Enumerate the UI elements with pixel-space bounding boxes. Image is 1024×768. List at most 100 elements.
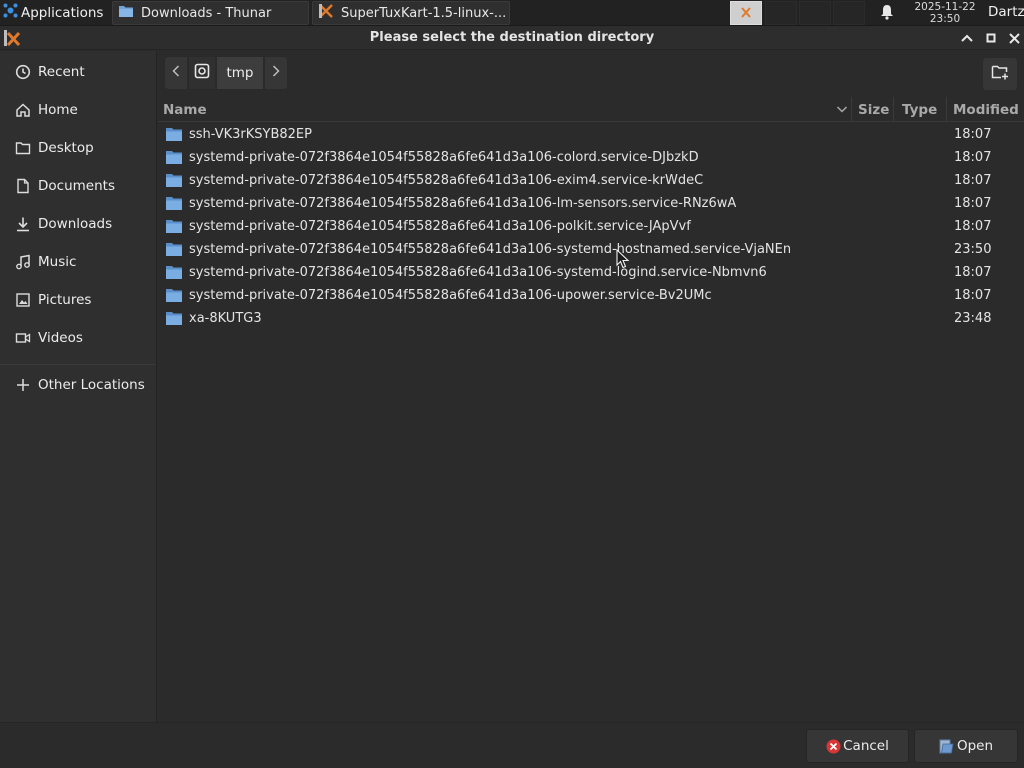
sidebar-item-label: Pictures bbox=[38, 292, 92, 308]
column-header-type[interactable]: Type bbox=[893, 97, 946, 122]
column-header-label: Name bbox=[163, 101, 207, 118]
sidebar-item-documents[interactable]: Documents bbox=[0, 171, 156, 201]
taskbar-task-thunar[interactable]: Downloads - Thunar bbox=[112, 1, 309, 25]
sidebar-item-videos[interactable]: Videos bbox=[0, 323, 156, 353]
row-modified: 18:07 bbox=[954, 219, 992, 234]
applications-menu-label: Applications bbox=[21, 4, 104, 21]
workspace-4[interactable] bbox=[833, 1, 865, 25]
table-row[interactable]: systemd-private-072f3864e1054f55828a6fe6… bbox=[158, 146, 1024, 169]
document-icon bbox=[14, 177, 32, 195]
sidebar-item-pictures[interactable]: Pictures bbox=[0, 285, 156, 315]
sidebar-item-label: Other Locations bbox=[38, 377, 145, 393]
sidebar-item-label: Home bbox=[38, 102, 78, 118]
row-name: systemd-private-072f3864e1054f55828a6fe6… bbox=[189, 173, 704, 188]
dialog-titlebar: Please select the destination directory bbox=[0, 26, 1024, 50]
applications-menu-icon bbox=[3, 3, 18, 22]
row-modified: 18:07 bbox=[954, 265, 992, 280]
sidebar-item-label: Desktop bbox=[38, 140, 94, 156]
table-row[interactable]: ssh-VK3rKSYB82EP 18:07 bbox=[158, 123, 1024, 146]
cancel-button-label: Cancel bbox=[843, 738, 889, 754]
file-list: ssh-VK3rKSYB82EP 18:07 systemd-private-0… bbox=[158, 123, 1024, 330]
row-name: systemd-private-072f3864e1054f55828a6fe6… bbox=[189, 265, 767, 280]
dialog-title: Please select the destination directory bbox=[369, 30, 655, 45]
table-row[interactable]: systemd-private-072f3864e1054f55828a6fe6… bbox=[158, 192, 1024, 215]
minimize-chevron-up-icon[interactable] bbox=[959, 30, 975, 46]
row-name: systemd-private-072f3864e1054f55828a6fe6… bbox=[189, 288, 712, 303]
drive-icon bbox=[194, 63, 210, 83]
workspace-1[interactable] bbox=[730, 1, 762, 25]
taskbar-task-label: Downloads - Thunar bbox=[141, 5, 272, 21]
path-forward-button[interactable] bbox=[264, 56, 288, 90]
taskbar-task-installer[interactable]: SuperTuxKart-1.5-linux-... bbox=[312, 1, 510, 25]
folder-icon bbox=[119, 5, 133, 21]
mouse-cursor-icon bbox=[616, 248, 630, 273]
chevron-right-icon bbox=[272, 65, 280, 81]
table-row[interactable]: systemd-private-072f3864e1054f55828a6fe6… bbox=[158, 238, 1024, 261]
sidebar-item-label: Downloads bbox=[38, 216, 113, 232]
column-header-label: Size bbox=[858, 101, 890, 118]
sidebar-item-label: Music bbox=[38, 254, 77, 270]
row-modified: 18:07 bbox=[954, 150, 992, 165]
row-name: systemd-private-072f3864e1054f55828a6fe6… bbox=[189, 219, 691, 234]
sidebar-item-music[interactable]: Music bbox=[0, 247, 156, 277]
row-modified: 18:07 bbox=[954, 127, 992, 142]
sidebar-item-desktop[interactable]: Desktop bbox=[0, 133, 156, 163]
folder-icon bbox=[166, 127, 182, 145]
column-header-modified[interactable]: Modified bbox=[946, 97, 1024, 122]
column-header-name[interactable]: Name bbox=[163, 97, 851, 122]
clock[interactable]: 2025-11-22 23:50 bbox=[910, 1, 980, 25]
plus-icon bbox=[14, 376, 32, 394]
table-row[interactable]: systemd-private-072f3864e1054f55828a6fe6… bbox=[158, 284, 1024, 307]
column-header-label: Type bbox=[902, 101, 938, 118]
folder-icon bbox=[166, 173, 182, 191]
workspace-3[interactable] bbox=[799, 1, 831, 25]
row-name: systemd-private-072f3864e1054f55828a6fe6… bbox=[189, 196, 737, 211]
sidebar-item-label: Recent bbox=[38, 64, 85, 80]
folder-icon bbox=[166, 311, 182, 329]
sidebar-item-label: Documents bbox=[38, 178, 115, 194]
user-menu[interactable]: Dartz bbox=[988, 4, 1024, 20]
cancel-button[interactable]: Cancel bbox=[806, 729, 909, 763]
sidebar-item-downloads[interactable]: Downloads bbox=[0, 209, 156, 239]
column-header-size[interactable]: Size bbox=[851, 97, 892, 122]
path-bar: tmp bbox=[164, 56, 288, 90]
close-icon[interactable] bbox=[1006, 30, 1022, 46]
chevron-left-icon bbox=[172, 65, 180, 81]
table-row[interactable]: systemd-private-072f3864e1054f55828a6fe6… bbox=[158, 169, 1024, 192]
row-name: systemd-private-072f3864e1054f55828a6fe6… bbox=[189, 150, 699, 165]
path-root-button[interactable] bbox=[188, 56, 216, 90]
new-folder-icon bbox=[991, 64, 1009, 84]
row-modified: 18:07 bbox=[954, 288, 992, 303]
sidebar-item-label: Videos bbox=[38, 330, 83, 346]
row-name: systemd-private-072f3864e1054f55828a6fe6… bbox=[189, 242, 792, 257]
table-row[interactable]: xa-8KUTG3 23:48 bbox=[158, 307, 1024, 330]
folder-icon bbox=[166, 150, 182, 168]
picture-icon bbox=[14, 291, 32, 309]
notification-bell-icon[interactable] bbox=[880, 4, 894, 24]
sidebar-item-other-locations[interactable]: Other Locations bbox=[0, 370, 156, 400]
open-document-icon bbox=[939, 739, 955, 754]
path-segment-tmp[interactable]: tmp bbox=[216, 56, 264, 90]
table-row[interactable]: systemd-private-072f3864e1054f55828a6fe6… bbox=[158, 261, 1024, 284]
table-row[interactable]: systemd-private-072f3864e1054f55828a6fe6… bbox=[158, 215, 1024, 238]
row-modified: 23:48 bbox=[954, 311, 992, 326]
row-name: xa-8KUTG3 bbox=[189, 311, 262, 326]
sidebar-item-home[interactable]: Home bbox=[0, 95, 156, 125]
new-folder-button[interactable] bbox=[982, 57, 1018, 91]
download-icon bbox=[14, 215, 32, 233]
sort-chevron-down-icon bbox=[836, 102, 848, 120]
folder-icon bbox=[166, 242, 182, 260]
open-button-label: Open bbox=[956, 738, 994, 754]
folder-icon bbox=[14, 139, 32, 157]
applications-menu-button[interactable]: Applications bbox=[0, 0, 111, 26]
row-modified: 18:07 bbox=[954, 196, 992, 211]
column-header-label: Modified bbox=[953, 101, 1019, 118]
clock-icon bbox=[14, 63, 32, 81]
path-back-button[interactable] bbox=[164, 56, 188, 90]
folder-icon bbox=[166, 196, 182, 214]
open-button[interactable]: Open bbox=[914, 729, 1018, 763]
workspace-2[interactable] bbox=[765, 1, 797, 25]
clock-date: 2025-11-22 bbox=[914, 1, 976, 13]
maximize-icon[interactable] bbox=[983, 30, 999, 46]
sidebar-item-recent[interactable]: Recent bbox=[0, 57, 156, 87]
